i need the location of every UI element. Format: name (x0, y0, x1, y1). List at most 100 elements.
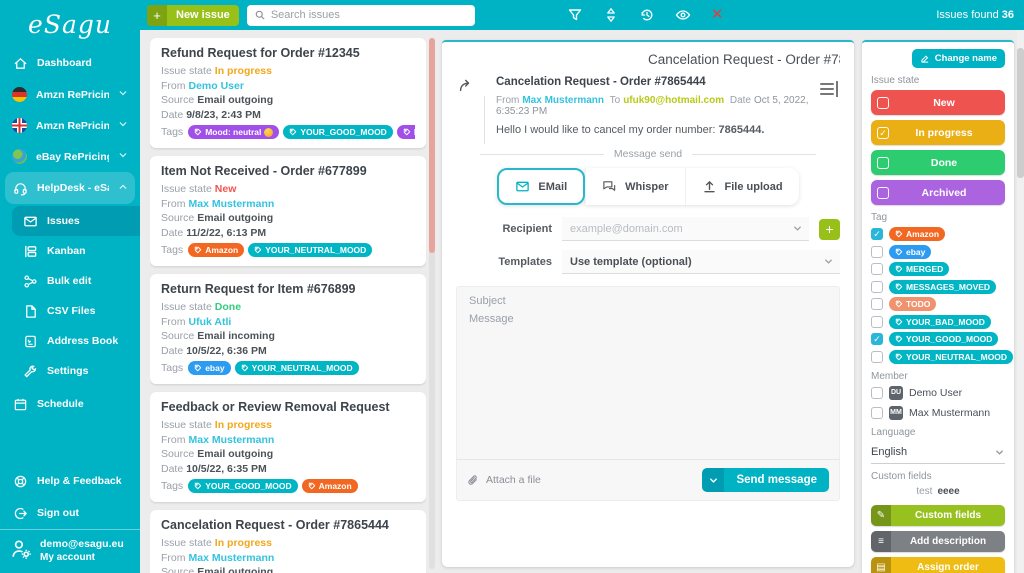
send-options-icon[interactable] (702, 468, 725, 492)
action-buttons: ✎ Custom fields ≡ Add description ▤ Assign or… (871, 504, 1005, 573)
tag-checkbox[interactable]: ✓ (871, 228, 883, 240)
state-button-done[interactable]: Done (871, 150, 1005, 175)
sidebar-item-amzn-repricing-esagu[interactable]: Amzn RePricing - eSagu (0, 110, 140, 141)
eye-icon[interactable] (675, 7, 691, 23)
sidebar-item-ebay-repricing-esagu[interactable]: eBay RePricing - eSagu (0, 141, 140, 172)
avatar: MM (889, 405, 903, 420)
tab-email[interactable]: EMail (497, 168, 586, 205)
change-name-button[interactable]: Change name (911, 49, 1005, 68)
tag-pill-label: Mood: good (414, 127, 415, 137)
add-description-button[interactable]: ≡ Add description (871, 530, 1005, 552)
field-label: Issue state (161, 65, 212, 77)
scrollbar-thumb[interactable] (429, 38, 435, 253)
sidebar-item-dashboard[interactable]: Dashboard (0, 47, 140, 79)
tag-checkbox[interactable] (871, 315, 883, 328)
tag-checkbox[interactable] (871, 245, 883, 258)
tag-checkbox[interactable] (871, 280, 883, 293)
page-scrollbar[interactable] (1017, 30, 1024, 573)
sidebar-item-csv-files[interactable]: CSV Files (12, 296, 140, 326)
chevron-down-icon[interactable] (792, 223, 803, 234)
tab-file-upload[interactable]: File upload (684, 168, 799, 205)
tag-checkbox[interactable] (871, 298, 883, 310)
sidebar-item-amzn-repricing-esagu[interactable]: Amzn RePricing - eSagu (0, 79, 140, 110)
flag-uk-icon (12, 118, 27, 133)
member-checkbox[interactable] (871, 386, 883, 399)
book-icon (22, 333, 38, 349)
recipient-input[interactable] (570, 222, 787, 235)
new-issue-button[interactable]: + New issue (147, 4, 239, 26)
send-message-button[interactable]: Send message (702, 468, 829, 492)
add-recipient-button[interactable]: + (819, 218, 840, 240)
paperclip-icon (468, 474, 477, 485)
state-checkbox[interactable]: ✓ (877, 126, 889, 139)
recipient-field[interactable] (562, 217, 809, 241)
custom-fields-button[interactable]: ✎ Custom fields (871, 504, 1005, 526)
state-button-new[interactable]: New (871, 90, 1005, 115)
history-icon[interactable] (639, 7, 655, 23)
issue-card[interactable]: Item Not Received - Order #677899 Issue s… (150, 156, 426, 266)
templates-select[interactable]: Use template (optional) (562, 250, 840, 274)
message-menu-icon[interactable] (820, 80, 838, 146)
new-issue-label: New issue (176, 9, 230, 21)
tag-checkbox[interactable] (871, 350, 883, 363)
issue-list: Refund Request for Order #12345 Issue sta… (150, 38, 426, 573)
issue-card[interactable]: Return Request for Item #676899 Issue sta… (150, 274, 426, 384)
my-account[interactable]: demo@esagu.eu My account (0, 529, 140, 573)
sidebar-item-helpdesk-esagu[interactable]: HelpDesk - eSagu (5, 172, 135, 204)
tag-checkbox[interactable]: ✓ (871, 333, 883, 345)
tag-checkbox[interactable] (871, 263, 883, 275)
sidebar-item-settings[interactable]: Settings (12, 356, 140, 386)
sidebar-item-label: Sign out (37, 507, 79, 519)
custom-field-row: test eeee (871, 486, 1005, 497)
close-icon[interactable]: ✕ (711, 7, 724, 23)
issue-list-scrollbar[interactable] (429, 38, 435, 569)
state-label: Done (930, 156, 958, 169)
scrollbar-thumb[interactable] (1017, 48, 1024, 178)
recipient-label: Recipient (502, 223, 552, 235)
calendar-icon (12, 396, 28, 412)
state-checkbox[interactable] (877, 96, 889, 109)
state-button-in-progress[interactable]: ✓ In progress (871, 120, 1005, 145)
field-label: Date (161, 226, 184, 239)
message-from[interactable]: Max Mustermann (522, 95, 604, 106)
language-select[interactable]: English (871, 442, 1005, 464)
sort-icon[interactable] (603, 7, 619, 23)
message-thread: Cancelation Request - Order #7865444 Fro… (458, 76, 838, 146)
wrench-icon (22, 363, 38, 379)
sidebar-item-address-book[interactable]: Address Book (12, 326, 140, 356)
sidebar-item-label: Dashboard (37, 57, 92, 69)
sidebar-item-issues[interactable]: Issues (12, 206, 140, 236)
button-label: Custom fields (914, 509, 982, 521)
sidebar-item-bulk-edit[interactable]: Bulk edit (12, 266, 140, 296)
issue-card[interactable]: Feedback or Review Removal Request Issue … (150, 392, 426, 502)
filter-icon[interactable] (567, 7, 583, 23)
field-label: From (161, 197, 186, 210)
search-box[interactable] (246, 4, 475, 26)
sidebar-item-sign-out[interactable]: Sign out (0, 497, 140, 529)
sidebar-item-label: Kanban (47, 245, 86, 257)
plus-icon: + (147, 4, 167, 26)
subject-input[interactable] (457, 287, 839, 307)
sidebar-item-help-feedback[interactable]: Help & Feedback (0, 465, 140, 497)
sidebar-item-schedule[interactable]: Schedule (0, 388, 140, 420)
issue-card[interactable]: Cancelation Request - Order #7865444 Issu… (150, 510, 426, 573)
message[interactable]: Cancelation Request - Order #7865444 Fro… (484, 76, 820, 146)
tag-list: ✓ Amazon ebay MERGED MESSAGES_MOVED TODO YOUR_… (871, 227, 1014, 364)
attach-file-button[interactable]: Attach a file (467, 474, 541, 487)
tab-whisper[interactable]: Whisper (585, 168, 685, 205)
assign-order-button[interactable]: ▤ Assign order (871, 556, 1005, 573)
tag-pill-label: Mood: neutral (205, 127, 262, 137)
language-label: Language (871, 426, 916, 438)
state-checkbox[interactable] (877, 186, 889, 199)
issue-card[interactable]: Refund Request for Order #12345 Issue sta… (150, 38, 426, 148)
message-textarea[interactable] (457, 307, 839, 459)
member-checkbox[interactable] (871, 406, 883, 419)
state-button-archived[interactable]: Archived (871, 180, 1005, 205)
search-input[interactable] (270, 9, 468, 21)
tag-pill: ebay (188, 361, 231, 375)
message-to[interactable]: ufuk90@hotmail.com (623, 95, 724, 106)
field-label: Tags (161, 480, 184, 492)
state-checkbox[interactable] (877, 156, 889, 169)
sidebar-item-kanban[interactable]: Kanban (12, 236, 140, 266)
reply-icon[interactable] (458, 76, 484, 146)
